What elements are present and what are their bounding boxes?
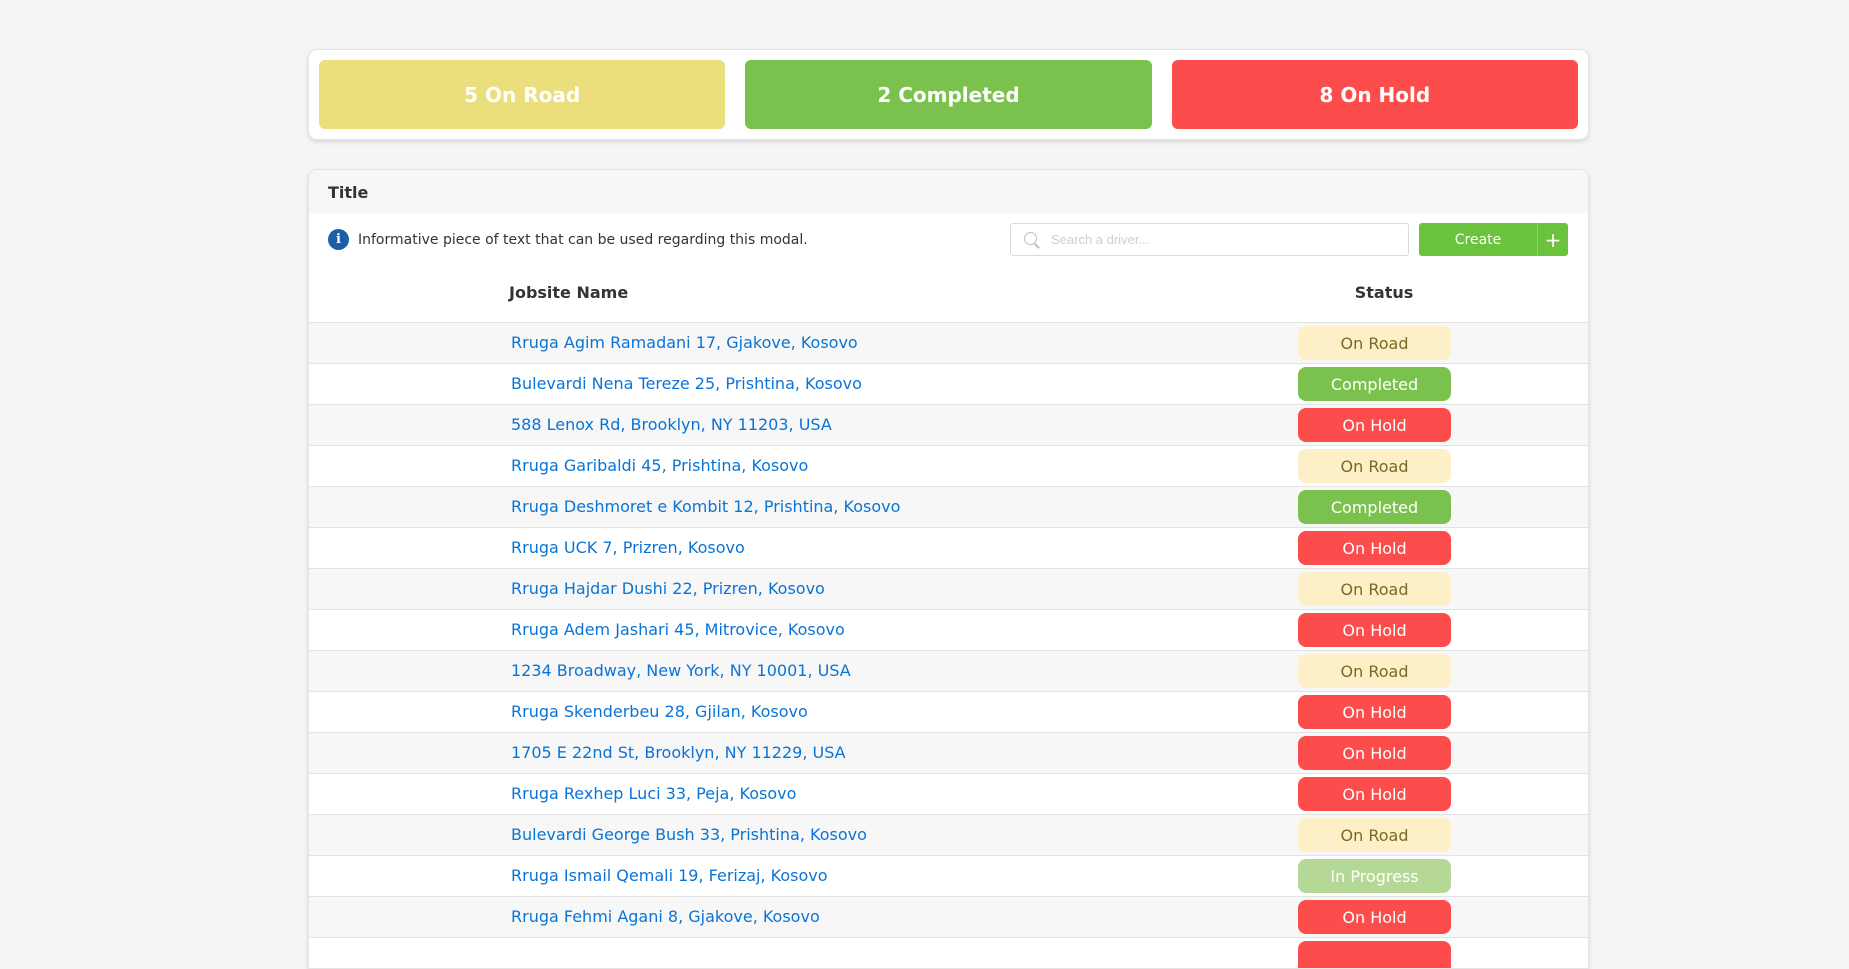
table-row: Rruga Fehmi Agani 8, Gjakove, Kosovo On H… <box>309 897 1588 938</box>
status-badge: On Hold <box>1298 777 1451 811</box>
jobsite-link[interactable]: Rruga Ismail Qemali 19, Ferizaj, Kosovo <box>511 866 828 885</box>
status-badge: On Hold <box>1298 900 1451 934</box>
jobsite-link[interactable]: Rruga Adem Jashari 45, Mitrovice, Kosovo <box>511 620 845 639</box>
status-badge: On Hold <box>1298 695 1451 729</box>
info-message: i Informative piece of text that can be … <box>328 229 808 250</box>
plus-icon[interactable]: + <box>1537 223 1568 256</box>
jobsite-link[interactable]: 588 Lenox Rd, Brooklyn, NY 11203, USA <box>511 415 832 434</box>
table-row <box>309 938 1588 968</box>
table-row: Rruga Skenderbeu 28, Gjilan, Kosovo On Ho… <box>309 692 1588 733</box>
status-badge: Completed <box>1298 367 1451 401</box>
search-input[interactable] <box>1051 232 1391 247</box>
status-badge: Completed <box>1298 490 1451 524</box>
status-badge: On Road <box>1298 326 1451 360</box>
status-header[interactable]: Status <box>1306 283 1462 302</box>
panel-toolbar: i Informative piece of text that can be … <box>309 214 1588 264</box>
jobsite-link[interactable]: Rruga Skenderbeu 28, Gjilan, Kosovo <box>511 702 808 721</box>
table-row: 588 Lenox Rd, Brooklyn, NY 11203, USA On … <box>309 405 1588 446</box>
jobsite-link[interactable]: Bulevardi Nena Tereze 25, Prishtina, Kos… <box>511 374 862 393</box>
status-badge <box>1298 941 1451 968</box>
info-icon: i <box>328 229 349 250</box>
jobsite-link[interactable]: 1705 E 22nd St, Brooklyn, NY 11229, USA <box>511 743 846 762</box>
jobsite-panel: Title i Informative piece of text that c… <box>308 169 1589 969</box>
jobsite-link[interactable]: Rruga Fehmi Agani 8, Gjakove, Kosovo <box>511 907 820 926</box>
status-badge: On Road <box>1298 818 1451 852</box>
on-road-summary-button[interactable]: 5 On Road <box>319 60 726 129</box>
completed-summary-button[interactable]: 2 Completed <box>745 60 1152 129</box>
status-badge: In Progress <box>1298 859 1451 893</box>
status-badge: On Road <box>1298 572 1451 606</box>
status-badge: On Road <box>1298 449 1451 483</box>
create-button[interactable]: Create <box>1419 223 1537 256</box>
table-row: Bulevardi George Bush 33, Prishtina, Kos… <box>309 815 1588 856</box>
jobsite-link[interactable]: 1234 Broadway, New York, NY 10001, USA <box>511 661 851 680</box>
status-badge: On Hold <box>1298 613 1451 647</box>
table-row: Rruga UCK 7, Prizren, Kosovo On Hold <box>309 528 1588 569</box>
jobsite-link[interactable]: Rruga UCK 7, Prizren, Kosovo <box>511 538 745 557</box>
info-text: Informative piece of text that can be us… <box>358 231 808 248</box>
jobsite-link[interactable]: Rruga Garibaldi 45, Prishtina, Kosovo <box>511 456 808 475</box>
create-button-group: Create + <box>1419 223 1568 256</box>
status-badge: On Road <box>1298 654 1451 688</box>
jobsite-table-body: Rruga Agim Ramadani 17, Gjakove, Kosovo O… <box>309 323 1588 968</box>
table-row: 1705 E 22nd St, Brooklyn, NY 11229, USA O… <box>309 733 1588 774</box>
table-row: Bulevardi Nena Tereze 25, Prishtina, Kos… <box>309 364 1588 405</box>
table-header: Jobsite Name Status <box>309 264 1588 323</box>
jobsite-name-header[interactable]: Jobsite Name <box>509 283 628 302</box>
search-icon <box>1023 231 1041 249</box>
table-row: Rruga Hajdar Dushi 22, Prizren, Kosovo On… <box>309 569 1588 610</box>
jobsite-link[interactable]: Rruga Hajdar Dushi 22, Prizren, Kosovo <box>511 579 825 598</box>
table-row: 1234 Broadway, New York, NY 10001, USA On… <box>309 651 1588 692</box>
jobsite-link[interactable]: Rruga Agim Ramadani 17, Gjakove, Kosovo <box>511 333 858 352</box>
table-row: Rruga Garibaldi 45, Prishtina, Kosovo On … <box>309 446 1588 487</box>
jobsite-link[interactable]: Rruga Deshmoret e Kombit 12, Prishtina, … <box>511 497 900 516</box>
status-badge: On Hold <box>1298 736 1451 770</box>
status-badge: On Hold <box>1298 531 1451 565</box>
table-row: Rruga Rexhep Luci 33, Peja, Kosovo On Hol… <box>309 774 1588 815</box>
on-hold-summary-button[interactable]: 8 On Hold <box>1171 60 1578 129</box>
panel-title: Title <box>309 170 1588 214</box>
status-summary: 5 On Road 2 Completed 8 On Hold <box>308 49 1589 140</box>
jobsite-link[interactable]: Bulevardi George Bush 33, Prishtina, Kos… <box>511 825 867 844</box>
status-badge: On Hold <box>1298 408 1451 442</box>
table-row: Rruga Deshmoret e Kombit 12, Prishtina, … <box>309 487 1588 528</box>
table-row: Rruga Adem Jashari 45, Mitrovice, Kosovo… <box>309 610 1588 651</box>
jobsite-link[interactable]: Rruga Rexhep Luci 33, Peja, Kosovo <box>511 784 796 803</box>
table-row: Rruga Agim Ramadani 17, Gjakove, Kosovo O… <box>309 323 1588 364</box>
search-box[interactable] <box>1010 223 1409 256</box>
table-row: Rruga Ismail Qemali 19, Ferizaj, Kosovo I… <box>309 856 1588 897</box>
